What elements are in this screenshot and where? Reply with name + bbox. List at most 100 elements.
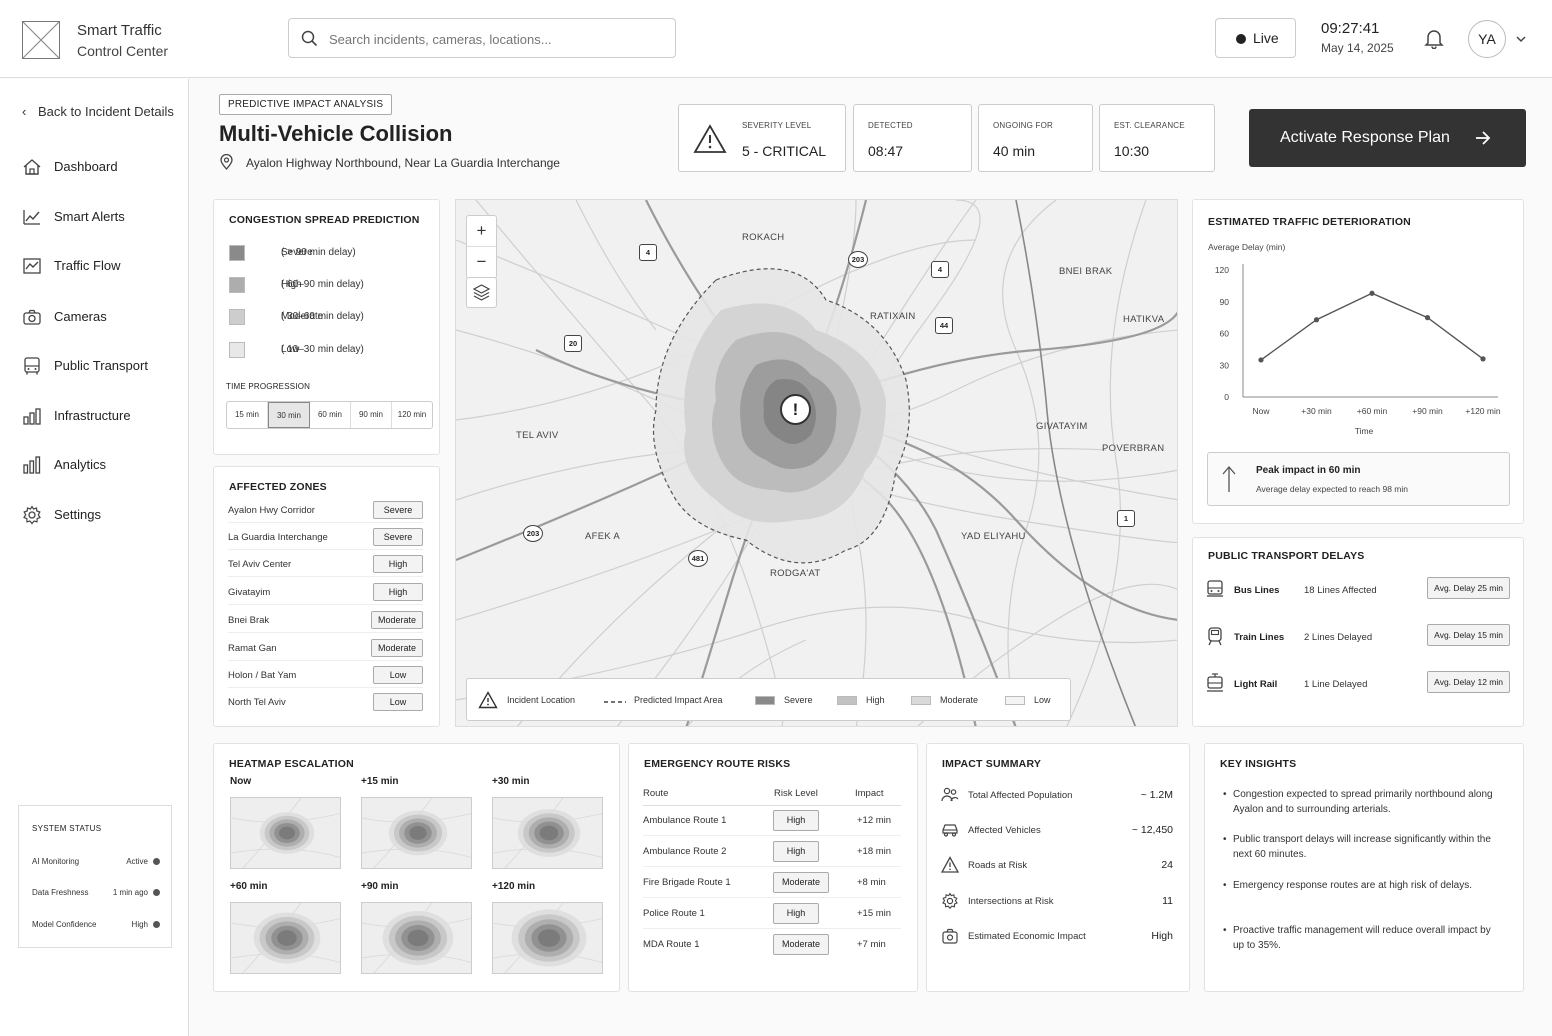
transport-delay-badge: Avg. Delay 12 min [1427,671,1510,693]
column-header-route: Route [643,788,669,799]
road-shield: 20 [564,335,582,352]
time-option-90[interactable]: 90 min [351,402,392,428]
live-toggle[interactable]: Live [1215,18,1296,58]
zone-row[interactable]: Ayalon Hwy Corridor Severe [228,499,423,523]
status-label: Data Freshness [32,888,89,897]
zoom-out-button[interactable]: − [467,247,496,278]
swatch-low [229,342,245,358]
car-icon [942,824,958,837]
status-dot-icon [153,858,160,865]
impact-heading: IMPACT SUMMARY [942,758,1042,770]
table-row[interactable]: Police Route 1 High +15 min [643,898,901,929]
table-row[interactable]: Ambulance Route 2 High +18 min [643,836,901,867]
time-option-15[interactable]: 15 min [227,402,268,428]
impact-row-roads: Roads at Risk 24 [941,856,1173,886]
top-bar: Smart Traffic Control Center Live 09:27:… [0,0,1552,78]
congestion-heading: CONGESTION SPREAD PREDICTION [229,214,420,226]
transport-row-bus[interactable]: Bus Lines 18 Lines Affected Avg. Delay 2… [1205,577,1510,607]
warning-icon [478,691,498,709]
heatmap-tile[interactable] [492,902,603,974]
heatmap-tile[interactable] [361,797,472,869]
impact-label: Estimated Economic Impact [968,931,1086,942]
status-label: AI Monitoring [32,857,80,866]
insight-item: Congestion expected to spread primarily … [1223,787,1503,817]
time-option-120[interactable]: 120 min [392,402,432,428]
warning-icon [941,856,959,873]
search-input[interactable] [329,28,659,50]
infrastructure-icon [23,408,41,425]
time-option-60[interactable]: 60 min [310,402,351,428]
sidebar-item-smart-alerts[interactable]: Smart Alerts [22,205,182,229]
camera-icon [942,928,958,944]
route-name: Fire Brigade Route 1 [643,877,731,888]
map-canvas [456,200,1177,726]
search-box[interactable] [288,18,676,58]
transport-row-train[interactable]: Train Lines 2 Lines Delayed Avg. Delay 1… [1205,624,1510,654]
zone-row[interactable]: Tel Aviv Center High [228,553,423,577]
zone-level-badge: Moderate [370,639,423,657]
sidebar-item-dashboard[interactable]: Dashboard [22,155,182,179]
bell-icon[interactable] [1423,27,1445,49]
route-risks-panel: EMERGENCY ROUTE RISKS Route Risk Level I… [628,743,918,992]
system-status-heading: SYSTEM STATUS [32,824,102,833]
routes-heading: EMERGENCY ROUTE RISKS [644,758,791,770]
risk-badge: High [773,841,819,862]
sidebar-item-analytics[interactable]: Analytics [22,453,182,477]
ongoing-card: ONGOING FOR 40 min [978,104,1093,172]
transport-status: 1 Line Delayed [1304,679,1368,690]
zone-name: Bnei Brak [228,615,270,626]
heatmap-tile[interactable] [230,797,341,869]
insight-item: Proactive traffic management will reduce… [1223,923,1503,953]
arrow-right-icon [1476,131,1491,145]
clock-date: May 14, 2025 [1321,41,1394,55]
swatch-high [229,277,245,293]
y-tick-label: 120 [1215,265,1229,275]
heatmap-tile[interactable] [361,902,472,974]
sidebar-item-cameras[interactable]: Cameras [22,305,182,329]
impact-row-population: Total Affected Population ~ 1.2M [941,786,1173,816]
bus-icon [1207,580,1223,597]
heatmap-tile[interactable] [230,902,341,974]
activate-response-plan-button[interactable]: Activate Response Plan [1249,109,1526,167]
camera-icon [23,309,41,325]
heatmap-thumbnail [493,798,602,868]
zone-level-badge: Severe [373,501,423,519]
sidebar-item-traffic-flow[interactable]: Traffic Flow [22,254,182,278]
back-to-incident-link[interactable]: ‹ Back to Incident Details [22,104,174,119]
zone-row[interactable]: Holon / Bat Yam Low [228,664,423,688]
chevron-down-icon[interactable] [1515,33,1527,45]
zone-level-badge: Moderate [370,611,423,629]
y-tick-label: 30 [1220,360,1230,370]
map-label: TEL AVIV [516,430,559,441]
heatmap-step-label: +120 min [492,881,536,892]
swatch-severe [755,696,775,705]
sidebar-item-public-transport[interactable]: Public Transport [22,354,182,378]
zoom-in-button[interactable]: + [467,216,496,247]
incident-map[interactable]: + − ROKACH BNEI BRAK RATIXAIN HATIKVA TE… [455,199,1178,727]
transport-row-light-rail[interactable]: Light Rail 1 Line Delayed Avg. Delay 12 … [1205,671,1510,701]
table-row[interactable]: Ambulance Route 1 High +12 min [643,805,901,836]
zone-row[interactable]: Ramat Gan Moderate [228,637,423,661]
layers-button[interactable] [466,277,497,308]
zone-row[interactable]: La Guardia Interchange Severe [228,526,423,550]
impact-value: High [1151,930,1173,942]
table-row[interactable]: Fire Brigade Route 1 Moderate +8 min [643,867,901,898]
x-tick-label: +60 min [1357,406,1388,416]
heatmap-thumbnail [231,798,340,868]
avatar[interactable]: YA [1468,20,1506,58]
heatmap-tile[interactable] [492,797,603,869]
route-name: Ambulance Route 2 [643,846,727,857]
transport-delay-badge: Avg. Delay 15 min [1427,624,1510,646]
zone-row[interactable]: North Tel Aviv Low [228,691,423,715]
heatmap-thumbnail [362,798,471,868]
zone-row[interactable]: Bnei Brak Moderate [228,609,423,633]
table-row[interactable]: MDA Route 1 Moderate +7 min [643,929,901,960]
sidebar-item-settings[interactable]: Settings [22,503,182,527]
warning-icon [693,124,727,153]
y-tick-label: 90 [1220,297,1230,307]
swatch-moderate [911,696,931,705]
sidebar-item-infrastructure[interactable]: Infrastructure [22,404,182,428]
zone-row[interactable]: Givatayim High [228,581,423,605]
incident-marker[interactable]: ! [780,394,811,425]
time-option-30[interactable]: 30 min [268,402,310,428]
